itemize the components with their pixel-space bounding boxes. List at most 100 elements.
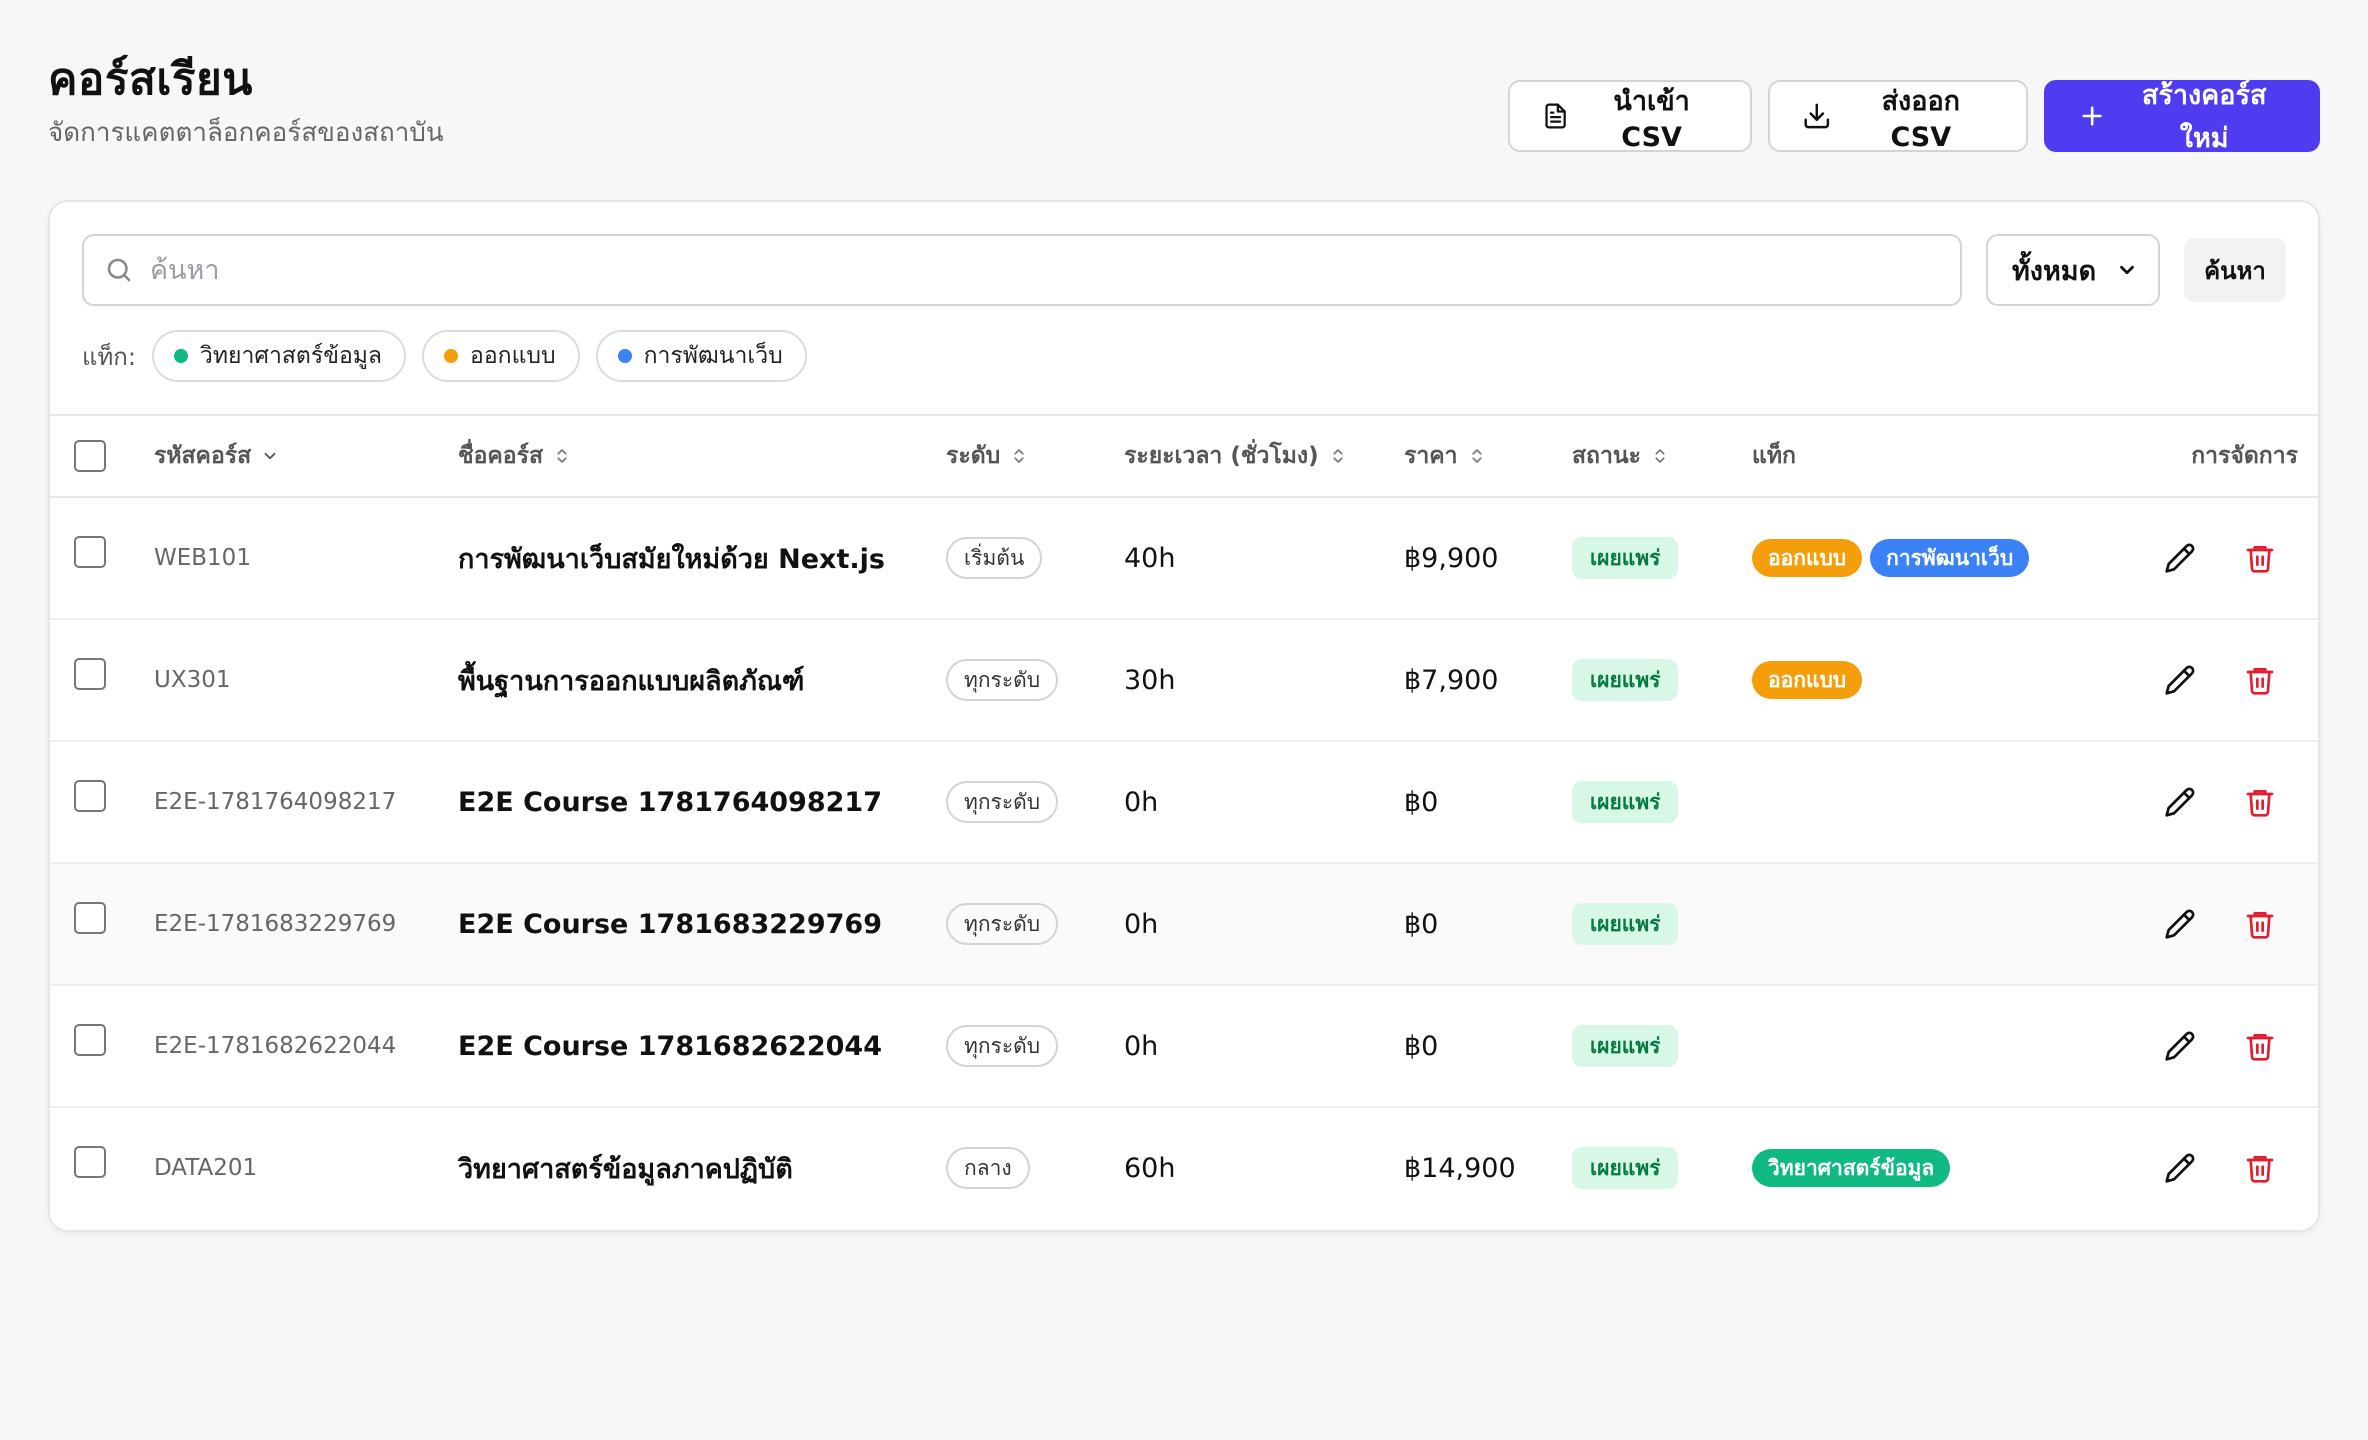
delete-button[interactable]: [2238, 902, 2282, 946]
course-price: ฿9,900: [1404, 542, 1499, 574]
delete-cell: [2238, 986, 2282, 1106]
course-level-cell: ทุกระดับ: [946, 620, 1059, 740]
row-select-cell: [74, 1108, 106, 1228]
course-code-cell: E2E-1781682622044: [154, 986, 396, 1106]
course-price-cell: ฿0: [1404, 986, 1438, 1106]
course-duration-cell: 30h: [1124, 620, 1175, 740]
course-level-cell: เริ่มต้น: [946, 498, 1043, 618]
course-name-cell: E2E Course 1781764098217: [458, 742, 882, 862]
courses-page: คอร์สเรียน จัดการแคตตาล็อกคอร์สของสถาบัน…: [0, 0, 2368, 1440]
import-csv-button[interactable]: นำเข้า CSV: [1508, 80, 1752, 153]
column-price[interactable]: ราคา: [1404, 438, 1486, 474]
tag-chip-label: ออกแบบ: [470, 343, 556, 369]
course-status-cell: เผยแพร่: [1572, 1108, 1679, 1228]
tag-pill: การพัฒนาเว็บ: [1870, 539, 2030, 577]
edit-button[interactable]: [2158, 780, 2202, 824]
table-row[interactable]: E2E-1781682622044 E2E Course 17816826220…: [50, 986, 2318, 1108]
course-tags-cell: ออกแบบ: [1752, 620, 1870, 740]
trash-icon: [2246, 668, 2274, 695]
column-duration[interactable]: ระยะเวลา (ชั่วโมง): [1124, 438, 1347, 474]
column-status[interactable]: สถานะ: [1572, 438, 1669, 474]
table-row[interactable]: UX301 พื้นฐานการออกแบบผลิตภัณฑ์ ทุกระดับ…: [50, 620, 2318, 742]
tag-chip-design[interactable]: ออกแบบ: [422, 330, 580, 382]
course-name-cell: วิทยาศาสตร์ข้อมูลภาคปฏิบัติ: [458, 1108, 793, 1228]
create-course-label: สร้างคอร์สใหม่: [2141, 80, 2267, 154]
edit-button[interactable]: [2158, 1024, 2202, 1068]
chevron-down-icon: [2120, 265, 2134, 275]
level-badge: ทุกระดับ: [946, 781, 1059, 823]
delete-button[interactable]: [2238, 1146, 2282, 1190]
file-icon: [1545, 103, 1566, 129]
delete-cell: [2238, 620, 2282, 740]
create-course-button[interactable]: สร้างคอร์สใหม่: [2044, 80, 2320, 154]
course-code-cell: WEB101: [154, 498, 251, 618]
course-name-cell: E2E Course 1781682622044: [458, 986, 882, 1106]
status-badge: เผยแพร่: [1572, 903, 1679, 945]
edit-button[interactable]: [2158, 658, 2202, 702]
column-tags: แท็ก: [1752, 438, 1796, 474]
tag-pill: วิทยาศาสตร์ข้อมูล: [1752, 1149, 1951, 1187]
level-badge: กลาง: [946, 1147, 1030, 1189]
column-actions: การจัดการ: [2191, 438, 2298, 474]
column-level[interactable]: ระดับ: [946, 438, 1028, 474]
row-checkbox[interactable]: [74, 1146, 106, 1178]
course-tags-cell: ออกแบบ การพัฒนาเว็บ: [1752, 498, 2037, 618]
course-price: ฿0: [1404, 908, 1439, 940]
row-checkbox[interactable]: [74, 658, 106, 690]
course-duration: 40h: [1124, 542, 1176, 574]
course-price-cell: ฿9,900: [1404, 498, 1498, 618]
delete-button[interactable]: [2238, 1024, 2282, 1068]
filter-select[interactable]: ทั้งหมด: [1986, 234, 2160, 306]
export-csv-button[interactable]: ส่งออก CSV: [1768, 80, 2028, 153]
edit-button[interactable]: [2158, 1146, 2202, 1190]
search-button[interactable]: ค้นหา: [2184, 238, 2286, 302]
status-badge: เผยแพร่: [1572, 659, 1679, 701]
course-duration: 30h: [1124, 664, 1176, 696]
table-header: รหัสคอร์ส ชื่อคอร์ส ระดับ ระยะเวลา (ชั่ว…: [50, 414, 2318, 498]
edit-button[interactable]: [2158, 536, 2202, 580]
edit-cell: [2158, 620, 2202, 740]
table-row[interactable]: E2E-1781764098217 E2E Course 17817640982…: [50, 742, 2318, 864]
column-tags-label: แท็ก: [1752, 443, 1796, 469]
row-checkbox[interactable]: [74, 902, 106, 934]
row-checkbox[interactable]: [74, 780, 106, 812]
course-tags-cell: วิทยาศาสตร์ข้อมูล: [1752, 1108, 1958, 1228]
course-code-cell: E2E-1781683229769: [154, 864, 396, 984]
tag-pill: ออกแบบ: [1752, 539, 1863, 577]
level-badge: ทุกระดับ: [946, 659, 1059, 701]
course-price-cell: ฿0: [1404, 864, 1438, 984]
row-checkbox[interactable]: [74, 536, 106, 568]
page-header: คอร์สเรียน จัดการแคตตาล็อกคอร์สของสถาบัน: [48, 50, 444, 153]
column-code[interactable]: รหัสคอร์ส: [154, 438, 279, 474]
delete-cell: [2238, 742, 2282, 862]
select-all-checkbox[interactable]: [74, 440, 106, 472]
column-level-label: ระดับ: [946, 443, 1001, 469]
pencil-icon: [2165, 1031, 2195, 1061]
search-box: [82, 234, 1962, 306]
select-all-cell: [74, 440, 106, 472]
delete-button[interactable]: [2238, 658, 2282, 702]
table-row[interactable]: DATA201 วิทยาศาสตร์ข้อมูลภาคปฏิบัติ กลาง…: [50, 1108, 2318, 1230]
edit-cell: [2158, 498, 2202, 618]
tag-chip-web-dev[interactable]: การพัฒนาเว็บ: [595, 330, 807, 382]
table-row[interactable]: WEB101 การพัฒนาเว็บสมัยใหม่ด้วย Next.js …: [50, 498, 2318, 620]
tag-chip-data-science[interactable]: วิทยาศาสตร์ข้อมูล: [151, 330, 407, 382]
course-name-cell: E2E Course 1781683229769: [458, 864, 882, 984]
search-input[interactable]: [150, 254, 1940, 286]
dot-icon: [617, 349, 632, 363]
edit-button[interactable]: [2158, 902, 2202, 946]
column-name[interactable]: ชื่อคอร์ส: [458, 438, 571, 474]
delete-cell: [2238, 1108, 2282, 1228]
sort-icon: [557, 449, 567, 463]
table-row[interactable]: E2E-1781683229769 E2E Course 17816832297…: [50, 864, 2318, 986]
tag-filter-label: แท็ก:: [82, 342, 136, 371]
courses-table: รหัสคอร์ส ชื่อคอร์ส ระดับ ระยะเวลา (ชั่ว…: [50, 414, 2318, 1230]
delete-button[interactable]: [2238, 780, 2282, 824]
course-name-cell: พื้นฐานการออกแบบผลิตภัณฑ์: [458, 620, 804, 740]
edit-cell: [2158, 986, 2202, 1106]
edit-cell: [2158, 864, 2202, 984]
delete-button[interactable]: [2238, 536, 2282, 580]
course-level-cell: ทุกระดับ: [946, 742, 1059, 862]
course-name: วิทยาศาสตร์ข้อมูลภาคปฏิบัติ: [458, 1153, 793, 1185]
row-checkbox[interactable]: [74, 1024, 106, 1056]
